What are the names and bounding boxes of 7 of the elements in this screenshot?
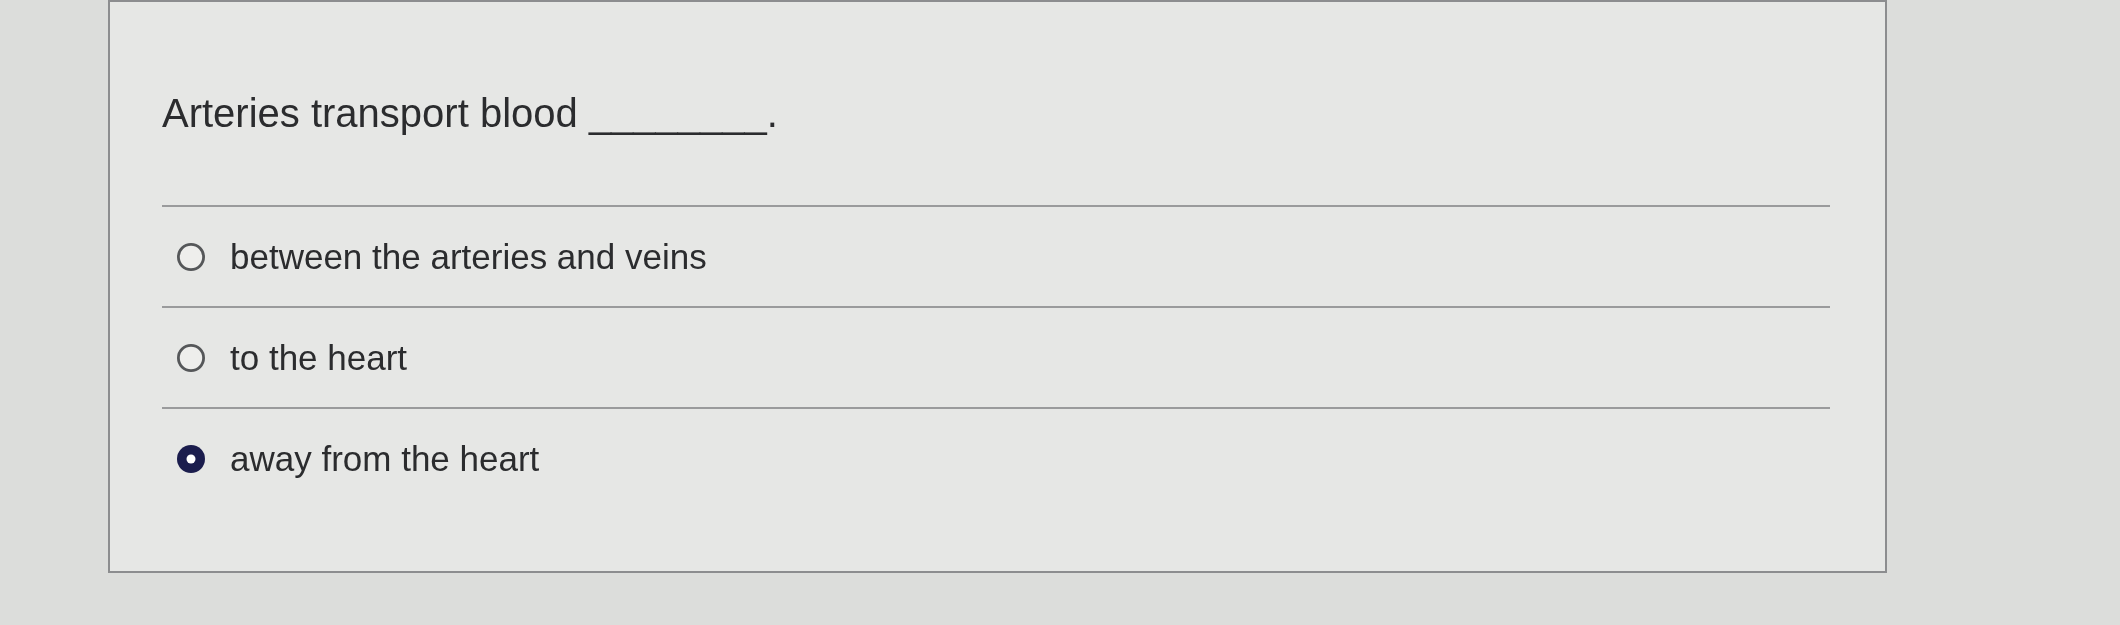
option-label[interactable]: between the arteries and veins <box>230 235 707 278</box>
question-text: Arteries transport blood ________. <box>162 90 778 137</box>
option-label[interactable]: away from the heart <box>230 437 540 480</box>
radio-button[interactable] <box>177 444 205 473</box>
option-label[interactable]: to the heart <box>230 336 408 379</box>
radio-button[interactable] <box>177 242 205 271</box>
radio-button[interactable] <box>177 343 205 372</box>
